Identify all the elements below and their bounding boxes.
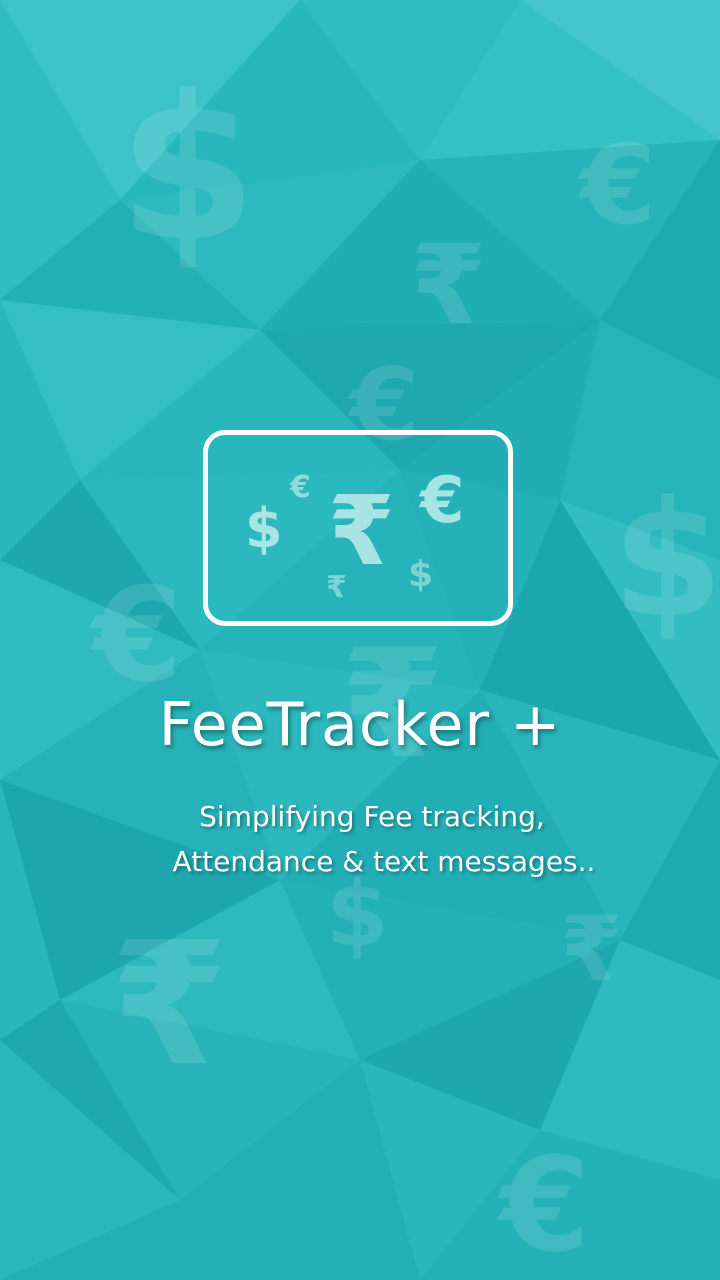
app-logo: $ € ₹ € ₹ $	[203, 430, 513, 626]
dollar-icon: $	[408, 554, 434, 595]
rupee-icon: ₹	[326, 570, 347, 605]
tagline-line-1: Simplifying Fee tracking,	[199, 800, 545, 833]
euro-icon: €	[420, 464, 465, 538]
euro-icon: €	[290, 470, 311, 505]
splash-screen: $ € ₹ € $ € ₹ $ ₹ € ₹ $ € ₹ € ₹ $ FeeTra…	[0, 0, 720, 1280]
rupee-icon: ₹	[328, 475, 395, 587]
background-polygons	[0, 0, 720, 1280]
tagline-line-2: Attendance & text messages..	[172, 845, 596, 878]
app-title: FeeTracker +	[158, 690, 562, 760]
dollar-icon: $	[245, 497, 283, 560]
